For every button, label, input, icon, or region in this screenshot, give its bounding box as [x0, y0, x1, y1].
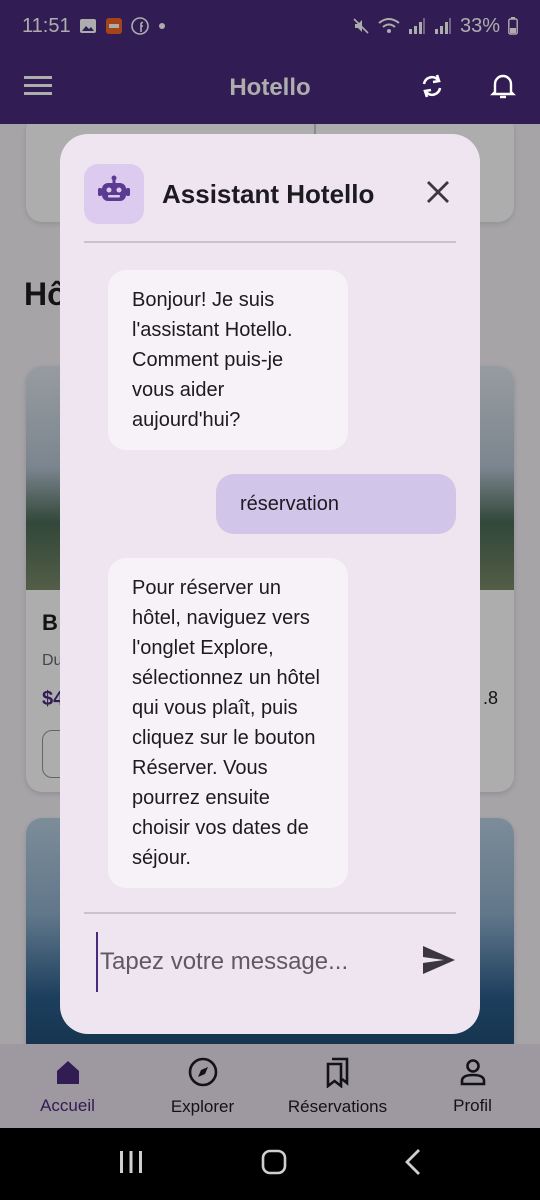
dialog-header: Assistant Hotello — [84, 164, 456, 224]
bell-icon[interactable] — [490, 72, 516, 105]
user-message: réservation — [216, 474, 456, 534]
send-button[interactable] — [422, 938, 456, 986]
chat-messages[interactable]: Bonjour! Je suis l'assistant Hotello. Co… — [84, 242, 456, 912]
close-button[interactable] — [420, 176, 456, 212]
message-input-row — [96, 932, 456, 992]
dialog-title: Assistant Hotello — [162, 178, 375, 209]
back-icon[interactable] — [404, 1148, 422, 1181]
bot-message: Pour réserver un hôtel, naviguez vers l'… — [108, 558, 348, 888]
divider — [84, 912, 456, 914]
system-nav-bar — [0, 1128, 540, 1200]
robot-icon — [97, 175, 131, 214]
send-icon — [422, 945, 456, 980]
close-icon — [426, 180, 450, 209]
home-button-icon[interactable] — [261, 1149, 287, 1180]
bot-avatar — [84, 164, 144, 224]
recents-icon[interactable] — [118, 1150, 144, 1179]
sync-icon[interactable] — [418, 72, 446, 105]
message-input[interactable] — [96, 932, 410, 992]
bot-message: Bonjour! Je suis l'assistant Hotello. Co… — [108, 270, 348, 450]
assistant-dialog: Assistant Hotello Bonjour! Je suis l'ass… — [60, 134, 480, 1034]
